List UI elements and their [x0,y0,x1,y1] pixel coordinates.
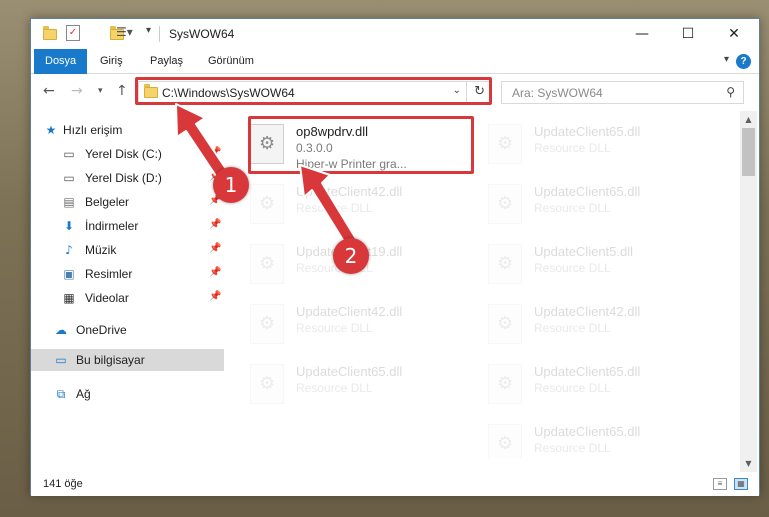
annotation-arrows [175,103,359,249]
step-badge-2: 2 [333,238,369,274]
step-badge-1: 1 [213,167,249,203]
arrow-2 [299,164,359,249]
